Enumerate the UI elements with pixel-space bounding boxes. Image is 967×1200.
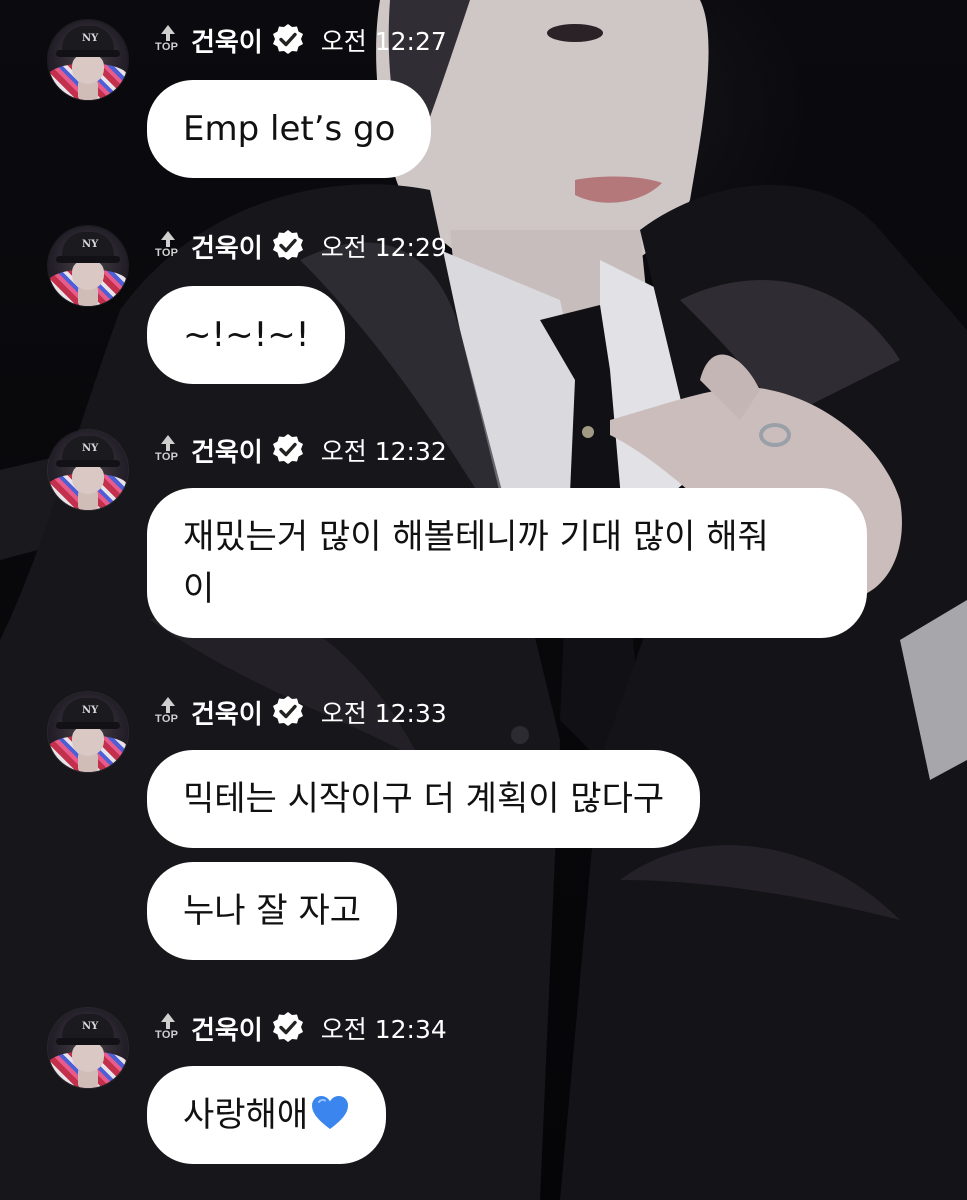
avatar[interactable]: NY — [48, 226, 128, 306]
message-time: 오전 12:27 — [320, 27, 447, 56]
verified-badge-icon — [272, 24, 303, 54]
top-badge-label: TOP — [155, 247, 179, 259]
avatar[interactable]: NY — [48, 692, 128, 772]
top-arrow-icon: TOP — [155, 228, 185, 264]
top-arrow-icon: TOP — [155, 432, 185, 468]
message-bubble: 사랑해애 — [147, 1066, 387, 1164]
top-arrow-icon: TOP — [155, 694, 185, 730]
message-header: TOP 건욱이 오전 12:34 — [155, 1010, 447, 1046]
message-bubble: 누나 잘 자고 — [147, 862, 398, 960]
message-bubble: Emp let’s go — [147, 80, 432, 178]
top-badge-label: TOP — [155, 451, 179, 463]
message-bubble: 믹테는 시작이구 더 계획이 많다구 — [147, 750, 701, 848]
sender-name: 건욱이 — [191, 27, 263, 58]
sender-name: 건욱이 — [191, 699, 263, 730]
message-header: TOP 건욱이 오전 12:33 — [155, 694, 447, 730]
top-arrow-icon: TOP — [155, 22, 185, 58]
verified-badge-icon — [272, 696, 303, 726]
message-time: 오전 12:33 — [320, 699, 447, 728]
message-time: 오전 12:34 — [320, 1015, 447, 1044]
message-header: TOP 건욱이 오전 12:32 — [155, 432, 447, 468]
sender-name: 건욱이 — [191, 1015, 263, 1046]
verified-badge-icon — [272, 1012, 303, 1042]
message-bubble: ~!~!~! — [147, 286, 346, 384]
top-badge-label: TOP — [155, 41, 179, 53]
message-time: 오전 12:32 — [320, 437, 447, 466]
top-badge-label: TOP — [155, 1029, 179, 1041]
message-time: 오전 12:29 — [320, 233, 447, 262]
verified-badge-icon — [272, 434, 303, 464]
sender-name: 건욱이 — [191, 233, 263, 264]
message-header: TOP 건욱이 오전 12:29 — [155, 228, 447, 264]
avatar[interactable]: NY — [48, 20, 128, 100]
avatar[interactable]: NY — [48, 1008, 128, 1088]
verified-badge-icon — [272, 230, 303, 260]
avatar[interactable]: NY — [48, 430, 128, 510]
top-arrow-icon: TOP — [155, 1010, 185, 1046]
message-bubble: 재밌는거 많이 해볼테니까 기대 많이 해줘 이 — [147, 488, 867, 638]
blue-heart-icon — [312, 1096, 349, 1129]
sender-name: 건욱이 — [191, 437, 263, 468]
message-text: 사랑해애 — [183, 1095, 309, 1135]
message-header: TOP 건욱이 오전 12:27 — [155, 22, 447, 58]
top-badge-label: TOP — [155, 713, 179, 725]
